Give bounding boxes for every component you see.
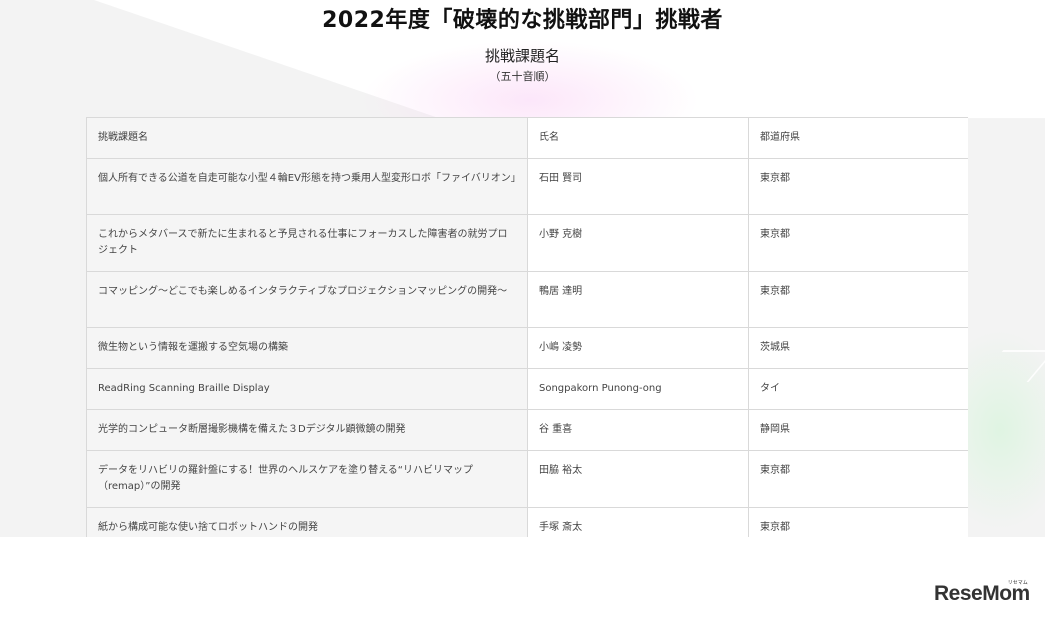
name-cell: 手塚 斎太 bbox=[527, 507, 749, 537]
resemom-logo: ReseMom リセマム bbox=[934, 580, 1030, 608]
theme-cell: 光学的コンピュータ断層撮影機構を備えた３Dデジタル顕微鏡の開発 bbox=[86, 409, 528, 451]
table-row: コマッピング～どこでも楽しめるインタラクティブなプロジェクションマッピングの開発… bbox=[86, 271, 968, 328]
bottom-margin bbox=[0, 537, 1045, 617]
theme-cell: 紙から構成可能な使い捨てロボットハンドの開発 bbox=[86, 507, 528, 537]
challenger-table: 挑戦課題名 氏名 都道府県 個人所有できる公道を自走可能な小型４輪EV形態を持つ… bbox=[86, 117, 968, 537]
prefecture-cell: 静岡県 bbox=[748, 409, 968, 451]
prefecture-cell: タイ bbox=[748, 368, 968, 410]
table-row: 紙から構成可能な使い捨てロボットハンドの開発 手塚 斎太 東京都 bbox=[86, 507, 968, 537]
column-header-prefecture: 都道府県 bbox=[748, 117, 968, 159]
theme-cell: 個人所有できる公道を自走可能な小型４輪EV形態を持つ乗用人型変形ロボ「ファイバリ… bbox=[86, 158, 528, 215]
name-cell: 鴨居 達明 bbox=[527, 271, 749, 328]
column-header-name: 氏名 bbox=[527, 117, 749, 159]
name-cell: 小嶋 凌勢 bbox=[527, 327, 749, 369]
prefecture-cell: 東京都 bbox=[748, 158, 968, 215]
name-cell: 石田 賢司 bbox=[527, 158, 749, 215]
name-cell: Songpakorn Punong-ong bbox=[527, 368, 749, 410]
prefecture-cell: 東京都 bbox=[748, 271, 968, 328]
logo-kana: リセマム bbox=[1007, 580, 1028, 586]
sort-note: （五十音順） bbox=[489, 70, 556, 83]
theme-cell: 微生物という情報を運搬する空気場の構築 bbox=[86, 327, 528, 369]
table-row: 微生物という情報を運搬する空気場の構築 小嶋 凌勢 茨城県 bbox=[86, 327, 968, 369]
name-cell: 田脇 裕太 bbox=[527, 450, 749, 508]
table-row: 個人所有できる公道を自走可能な小型４輪EV形態を持つ乗用人型変形ロボ「ファイバリ… bbox=[86, 158, 968, 215]
theme-cell: コマッピング～どこでも楽しめるインタラクティブなプロジェクションマッピングの開発… bbox=[86, 271, 528, 328]
prefecture-cell: 東京都 bbox=[748, 214, 968, 272]
table-row: ReadRing Scanning Braille Display Songpa… bbox=[86, 368, 968, 410]
table-header-row: 挑戦課題名 氏名 都道府県 bbox=[86, 117, 968, 159]
name-cell: 谷 重喜 bbox=[527, 409, 749, 451]
table-subtitle: 挑戦課題名 bbox=[484, 47, 560, 65]
page-title: 2022年度「破壊的な挑戦部門」挑戦者 bbox=[322, 8, 723, 33]
prefecture-cell: 茨城県 bbox=[748, 327, 968, 369]
table-row: 光学的コンピュータ断層撮影機構を備えた３Dデジタル顕微鏡の開発 谷 重喜 静岡県 bbox=[86, 409, 968, 451]
column-header-theme: 挑戦課題名 bbox=[86, 117, 528, 159]
theme-cell: データをリハビリの羅針盤にする！世界のヘルスケアを塗り替える“リハビリマップ（r… bbox=[86, 450, 528, 508]
challenger-table-container: 挑戦課題名 氏名 都道府県 個人所有できる公道を自走可能な小型４輪EV形態を持つ… bbox=[86, 117, 968, 537]
prefecture-cell: 東京都 bbox=[748, 450, 968, 508]
theme-cell: ReadRing Scanning Braille Display bbox=[86, 368, 528, 410]
prefecture-cell: 東京都 bbox=[748, 507, 968, 537]
table-row: データをリハビリの羅針盤にする！世界のヘルスケアを塗り替える“リハビリマップ（r… bbox=[86, 450, 968, 508]
name-cell: 小野 克樹 bbox=[527, 214, 749, 272]
theme-cell: これからメタバースで新たに生まれると予見される仕事にフォーカスした障害者の就労プ… bbox=[86, 214, 528, 272]
table-row: これからメタバースで新たに生まれると予見される仕事にフォーカスした障害者の就労プ… bbox=[86, 214, 968, 272]
